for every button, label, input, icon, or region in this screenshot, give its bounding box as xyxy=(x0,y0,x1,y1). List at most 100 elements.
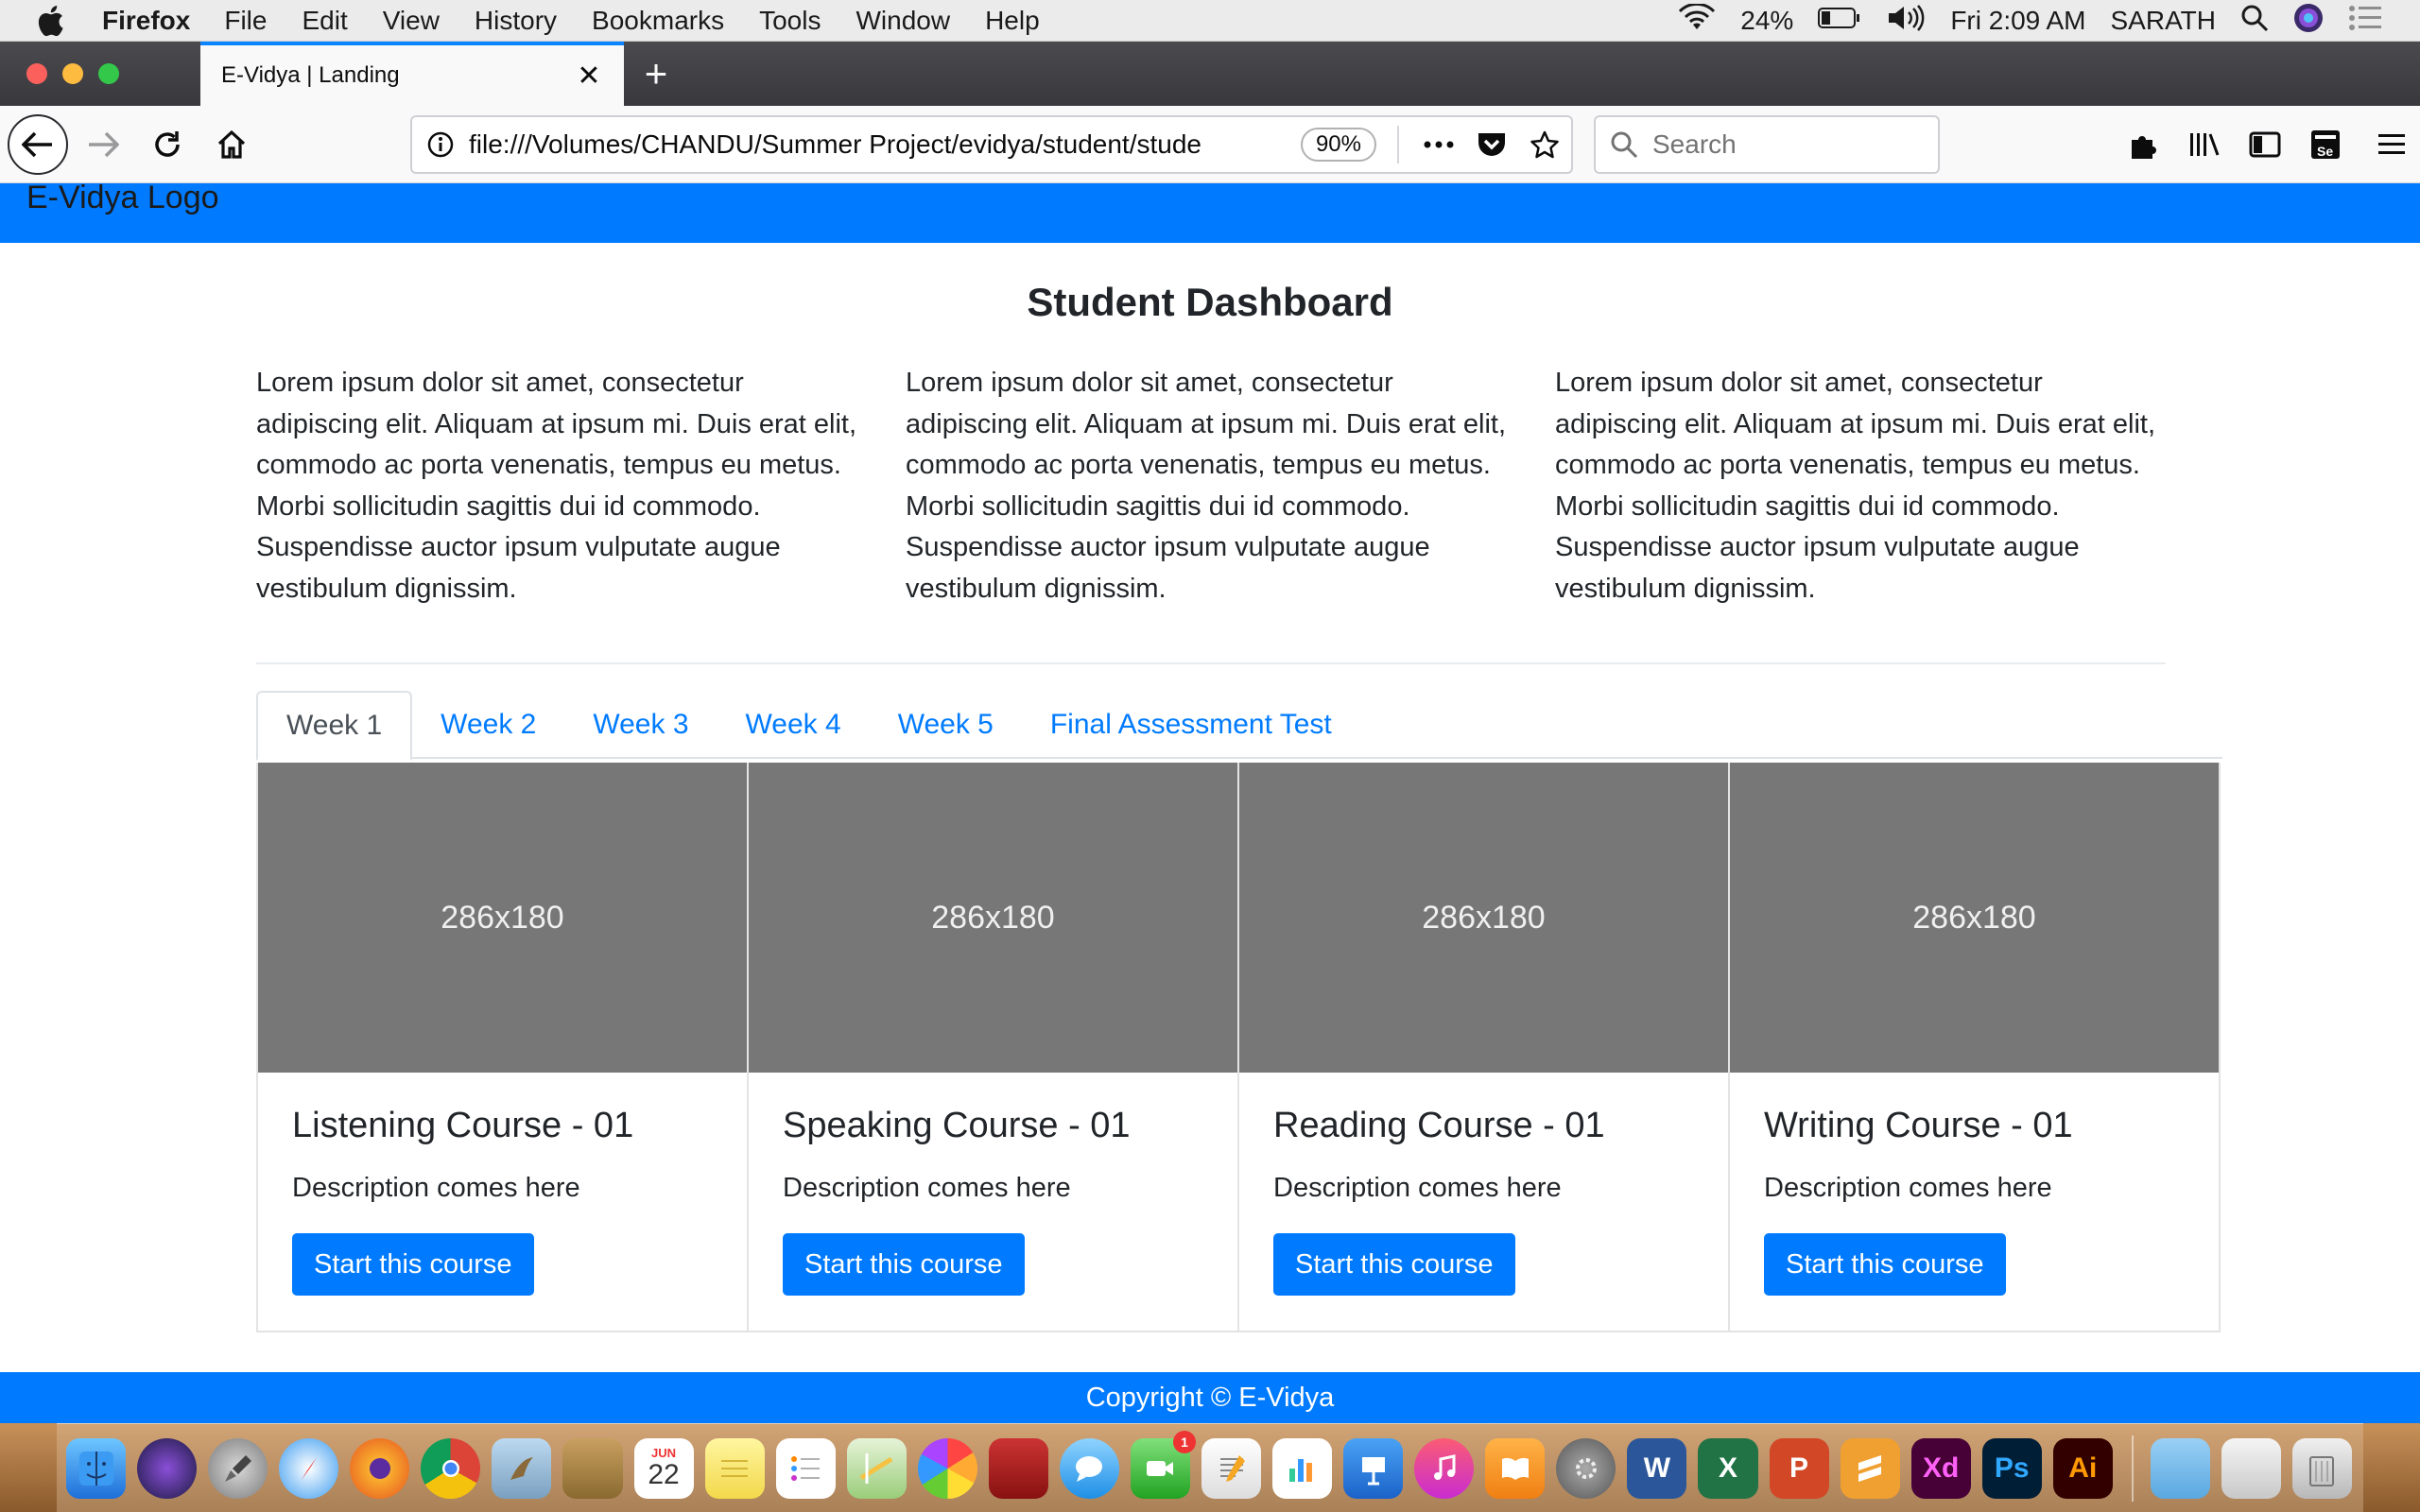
tab-week-4[interactable]: Week 4 xyxy=(717,691,870,759)
selenium-extension-icon[interactable]: Se xyxy=(2295,129,2356,161)
url-bar-divider xyxy=(1397,126,1399,163)
menu-tools[interactable]: Tools xyxy=(759,6,821,36)
search-bar[interactable]: Search xyxy=(1594,115,1940,174)
menu-help[interactable]: Help xyxy=(985,6,1040,36)
extensions-puzzle-icon[interactable] xyxy=(2114,129,2174,161)
maps-icon[interactable] xyxy=(846,1437,907,1499)
close-window-button[interactable] xyxy=(26,63,47,84)
tab-close-icon[interactable]: ✕ xyxy=(575,60,603,93)
url-bar[interactable]: file:///Volumes/CHANDU/Summer Project/ev… xyxy=(410,115,1573,174)
messages-icon[interactable] xyxy=(1059,1437,1119,1499)
home-button[interactable] xyxy=(202,115,261,174)
chrome-icon[interactable] xyxy=(421,1437,481,1499)
start-course-button[interactable]: Start this course xyxy=(1764,1233,2006,1296)
svg-text:Se: Se xyxy=(2317,144,2333,159)
browser-tab-strip: E-Vidya | Landing ✕ + xyxy=(0,42,2420,106)
forward-button[interactable] xyxy=(74,115,132,174)
photo-booth-icon[interactable] xyxy=(988,1437,1048,1499)
mail-stamp-icon[interactable] xyxy=(492,1437,552,1499)
documents-stack-icon[interactable] xyxy=(2221,1437,2281,1499)
new-tab-button[interactable]: + xyxy=(624,42,688,106)
finder-icon[interactable] xyxy=(66,1437,127,1499)
start-course-button[interactable]: Start this course xyxy=(1273,1233,1515,1296)
tab-final-assessment[interactable]: Final Assessment Test xyxy=(1022,691,1360,759)
zoom-level-badge[interactable]: 90% xyxy=(1300,128,1376,162)
calendar-icon[interactable]: JUN 22 xyxy=(633,1437,694,1499)
browser-tab-active[interactable]: E-Vidya | Landing ✕ xyxy=(200,42,624,106)
site-logo[interactable]: E-Vidya Logo xyxy=(26,183,219,214)
excel-icon[interactable]: X xyxy=(1698,1437,1758,1499)
card-description: Description comes here xyxy=(292,1173,580,1203)
dock-separator xyxy=(2131,1435,2134,1502)
notes-icon[interactable] xyxy=(704,1437,765,1499)
menu-file[interactable]: File xyxy=(224,6,267,36)
app-menu-icon[interactable] xyxy=(2375,132,2409,157)
word-icon[interactable]: W xyxy=(1627,1437,1687,1499)
trash-icon[interactable] xyxy=(2291,1437,2352,1499)
keynote-icon[interactable] xyxy=(1343,1437,1404,1499)
firefox-icon[interactable] xyxy=(350,1437,410,1499)
tab-week-2[interactable]: Week 2 xyxy=(412,691,564,759)
adobe-illustrator-icon[interactable]: Ai xyxy=(2052,1437,2113,1499)
ibooks-icon[interactable] xyxy=(1485,1437,1546,1499)
apple-menu-icon[interactable] xyxy=(36,5,74,37)
launchpad-rocket-icon[interactable] xyxy=(208,1437,268,1499)
reload-button[interactable] xyxy=(138,115,197,174)
textedit-icon[interactable] xyxy=(1201,1437,1262,1499)
course-cards: 286x180 Listening Course - 01 Descriptio… xyxy=(256,763,2221,1332)
card-image-placeholder: 286x180 xyxy=(749,763,1237,1073)
course-card: 286x180 Listening Course - 01 Descriptio… xyxy=(258,763,749,1331)
system-preferences-gear-icon[interactable] xyxy=(1556,1437,1616,1499)
minimize-window-button[interactable] xyxy=(62,63,83,84)
sublime-text-icon[interactable] xyxy=(1840,1437,1900,1499)
search-placeholder: Search xyxy=(1652,129,1737,159)
adobe-photoshop-icon[interactable]: Ps xyxy=(1981,1437,2042,1499)
back-button[interactable] xyxy=(8,113,68,175)
site-navbar: E-Vidya Logo xyxy=(0,183,2420,243)
start-course-button[interactable]: Start this course xyxy=(783,1233,1025,1296)
user-name[interactable]: SARATH xyxy=(2111,6,2217,36)
intro-column-1: Lorem ipsum dolor sit amet, consectetur … xyxy=(256,368,857,604)
menu-view[interactable]: View xyxy=(383,6,440,36)
pocket-icon[interactable] xyxy=(1465,130,1518,159)
itunes-icon[interactable] xyxy=(1414,1437,1475,1499)
start-course-button[interactable]: Start this course xyxy=(292,1233,534,1296)
photos-icon[interactable] xyxy=(917,1437,977,1499)
web-page: E-Vidya Logo Student Dashboard Lorem ips… xyxy=(0,183,2420,1423)
numbers-icon[interactable] xyxy=(1272,1437,1333,1499)
menu-history[interactable]: History xyxy=(475,6,557,36)
siri-dock-icon[interactable] xyxy=(137,1437,198,1499)
bookmark-star-icon[interactable] xyxy=(1518,129,1571,160)
macos-menu-bar: Firefox File Edit View History Bookmarks… xyxy=(0,0,2420,42)
page-actions-icon[interactable] xyxy=(1412,141,1465,148)
contacts-book-icon[interactable] xyxy=(562,1437,623,1499)
tab-week-3[interactable]: Week 3 xyxy=(564,691,717,759)
siri-icon[interactable] xyxy=(2293,3,2324,40)
site-info-icon[interactable] xyxy=(412,130,469,159)
safari-compass-icon[interactable] xyxy=(279,1437,339,1499)
tab-week-5[interactable]: Week 5 xyxy=(870,691,1022,759)
wifi-icon[interactable] xyxy=(1678,2,1716,39)
notification-center-icon[interactable] xyxy=(2348,5,2382,38)
card-title: Listening Course - 01 xyxy=(292,1106,634,1145)
facetime-icon[interactable]: 1 xyxy=(1130,1430,1196,1499)
powerpoint-icon[interactable]: P xyxy=(1769,1437,1829,1499)
url-text[interactable]: file:///Volumes/CHANDU/Summer Project/ev… xyxy=(469,129,1301,160)
menu-app-name[interactable]: Firefox xyxy=(102,6,190,36)
intro-columns: Lorem ipsum dolor sit amet, consectetur … xyxy=(256,363,2166,610)
reminders-icon[interactable] xyxy=(775,1437,836,1499)
menu-window[interactable]: Window xyxy=(856,6,950,36)
maximize-window-button[interactable] xyxy=(98,63,119,84)
adobe-xd-icon[interactable]: Xd xyxy=(1910,1437,1971,1499)
sidebar-toggle-icon[interactable] xyxy=(2235,130,2295,159)
toolbar-icons: Se xyxy=(2114,106,2420,183)
volume-icon[interactable] xyxy=(1886,4,1926,39)
menu-edit[interactable]: Edit xyxy=(302,6,347,36)
tab-week-1[interactable]: Week 1 xyxy=(256,691,413,761)
applications-folder-icon[interactable] xyxy=(2150,1437,2210,1499)
battery-icon[interactable] xyxy=(1818,6,1861,36)
spotlight-search-icon[interactable] xyxy=(2240,4,2269,39)
clock[interactable]: Fri 2:09 AM xyxy=(1950,6,2085,36)
menu-bookmarks[interactable]: Bookmarks xyxy=(592,6,724,36)
library-icon[interactable] xyxy=(2174,130,2235,159)
